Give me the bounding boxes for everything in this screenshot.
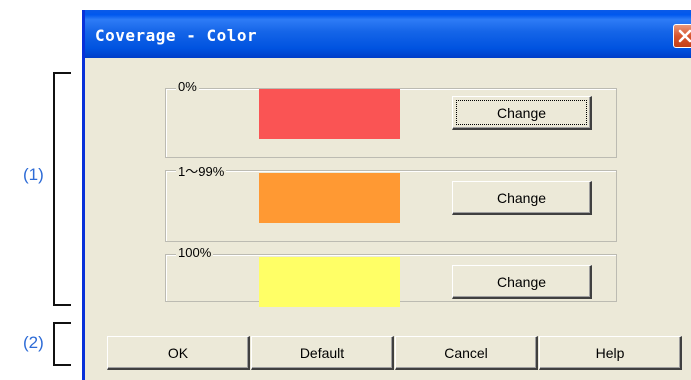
ok-button-label: OK (167, 344, 189, 361)
group-full-percent: 100% Change (165, 245, 617, 307)
default-button[interactable]: Default (251, 336, 394, 370)
color-swatch-zero (259, 89, 400, 139)
group-partial-percent: 1～99% Change (165, 161, 617, 242)
change-button-label: Change (496, 273, 547, 290)
default-button-label: Default (299, 344, 345, 361)
close-button[interactable] (673, 24, 691, 48)
change-button-zero[interactable]: Change (452, 96, 592, 130)
change-button-full[interactable]: Change (452, 265, 592, 299)
color-swatch-partial (259, 173, 400, 223)
annotation-bracket-1 (53, 72, 71, 306)
cancel-button[interactable]: Cancel (395, 336, 538, 370)
focus-rect (456, 100, 587, 125)
group-label-zero: 0% (176, 79, 199, 94)
cancel-button-label: Cancel (444, 344, 488, 361)
annotation-label-1: (1) (23, 165, 44, 184)
coverage-color-dialog: Coverage - Color 0% Change 1～99% Change … (82, 10, 691, 380)
annotation-label-2: (2) (23, 333, 44, 352)
change-button-label: Change (496, 189, 547, 206)
change-button-partial[interactable]: Change (452, 181, 592, 215)
group-label-full: 100% (176, 245, 214, 260)
annotation-bracket-2 (53, 322, 71, 366)
help-button[interactable]: Help (539, 336, 682, 370)
group-label-partial: 1～99% (176, 161, 227, 180)
ok-button[interactable]: OK (107, 336, 250, 370)
group-zero-percent: 0% Change (165, 79, 617, 158)
help-button-label: Help (595, 344, 625, 361)
title-bar[interactable]: Coverage - Color (85, 10, 691, 58)
dialog-title: Coverage - Color (95, 26, 258, 45)
color-swatch-full (259, 257, 400, 307)
close-icon (678, 29, 691, 43)
